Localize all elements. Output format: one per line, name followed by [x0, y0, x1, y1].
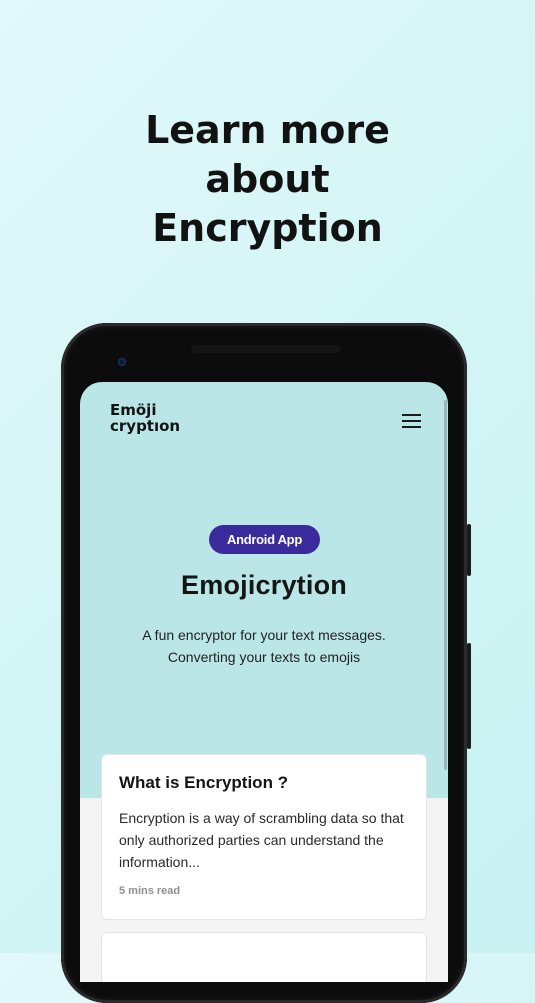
article-card[interactable]: What is Encryption ? Encryption is a way… — [101, 754, 427, 920]
app-screen: Emöji cryptıon Android App Emojicrytion … — [80, 382, 448, 982]
android-app-badge[interactable]: Android App — [209, 525, 320, 554]
article-card[interactable] — [101, 932, 427, 982]
phone-earpiece — [191, 345, 341, 353]
app-description: A fun encryptor for your text messages. … — [142, 627, 386, 665]
front-camera-icon — [118, 358, 126, 366]
phone-volume-button — [467, 643, 471, 749]
hamburger-menu-icon[interactable] — [402, 413, 422, 429]
article-title: What is Encryption ? — [119, 773, 289, 792]
article-excerpt: Encryption is a way of scrambling data s… — [119, 810, 404, 870]
app-title: Emojicrytion — [181, 570, 347, 600]
phone-power-button — [467, 524, 471, 576]
promo-headline: Learn more about Encryption — [145, 108, 390, 250]
app-logo[interactable]: Emöji cryptıon — [110, 402, 180, 434]
article-read-time: 5 mins read — [119, 885, 181, 897]
